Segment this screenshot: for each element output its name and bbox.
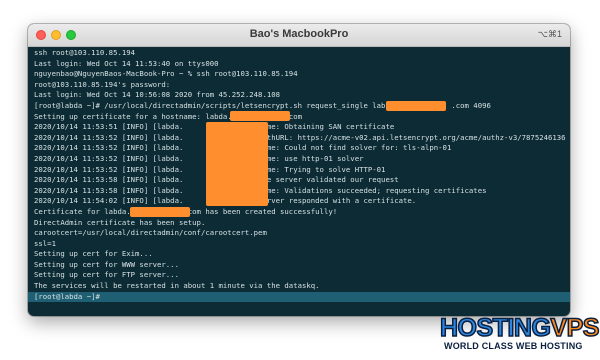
terminal-line: Setting up certificate for a hostname: l… [34, 111, 302, 121]
terminal-line: Last login: Wed Oct 14 11:53:40 on ttys0… [34, 58, 219, 68]
redaction-block [230, 111, 290, 121]
terminal-line: 2020/10/14 11:53:52 [INFO] [labda. com] … [34, 164, 386, 174]
terminal-line: ssh root@103.110.85.194 [34, 48, 136, 57]
terminal-line: 2020/10/14 11:53:52 [INFO] [labda. com] … [34, 153, 364, 163]
terminal-line: 2020/10/14 11:53:58 [INFO] [labda. com] … [34, 175, 399, 185]
terminal-line: [root@labda ~]# /usr/local/directadmin/s… [34, 100, 491, 110]
terminal-line: 2020/10/14 11:53:51 [INFO] [labda. com] … [34, 122, 395, 132]
terminal-line: ssl=1 [34, 238, 56, 248]
terminal-line: Last login: Wed Oct 14 10:56:08 2020 fro… [34, 90, 281, 100]
terminal-line: 2020/10/14 11:53:58 [INFO] [labda. com] … [34, 185, 487, 195]
terminal-line: carootcert=/usr/local/directadmin/conf/c… [34, 228, 267, 238]
logo-vps: VPS [550, 313, 600, 343]
redaction-block [206, 122, 268, 206]
terminal-line: nguyenbao@NguyenBaos-MacBook-Pro ~ % ssh… [34, 69, 298, 79]
terminal-line: Certificate for labda. .com has been cre… [34, 206, 338, 216]
terminal-line: Setting up cert for WWW server... [34, 259, 179, 269]
logo-tagline: WORLD CLASS WEB HOSTING [444, 341, 583, 351]
terminal-line: The services will be restarted in about … [34, 281, 320, 291]
terminal-line: Setting up cert for Exim... [34, 249, 153, 259]
terminal-window: Bao's MacbookPro ⌥⌘1 ssh root@103.110.85… [28, 24, 570, 316]
terminal-output[interactable]: ssh root@103.110.85.194 Last login: Wed … [28, 48, 570, 316]
window-title: Bao's MacbookPro [249, 28, 349, 40]
redaction-block [130, 207, 190, 217]
terminal-line: Setting up cert for FTP server... [34, 270, 179, 280]
title-bar[interactable]: Bao's MacbookPro ⌥⌘1 [28, 24, 570, 47]
hostingvps-logo: HOSTINGVPS WORLD CLASS WEB HOSTING [439, 313, 600, 356]
terminal-line: 2020/10/14 11:53:52 [INFO] [labda. com] … [34, 143, 452, 153]
terminal-line: root@103.110.85.194's password: [34, 79, 171, 89]
window-shortcut: ⌥⌘1 [537, 29, 562, 39]
terminal-line: 2020/10/14 11:53:52 [INFO] [labda. com] … [34, 132, 566, 142]
logo-wordmark: HOSTINGVPS [439, 313, 600, 343]
active-prompt-line[interactable]: [root@labda ~]# [28, 291, 570, 303]
redaction-block [386, 101, 446, 111]
terminal-line: DirectAdmin certificate has been setup. [34, 217, 206, 227]
logo-hosting: HOSTING [439, 313, 551, 343]
terminal-line: 2020/10/14 11:54:02 [INFO] [labda. com] … [34, 196, 417, 206]
